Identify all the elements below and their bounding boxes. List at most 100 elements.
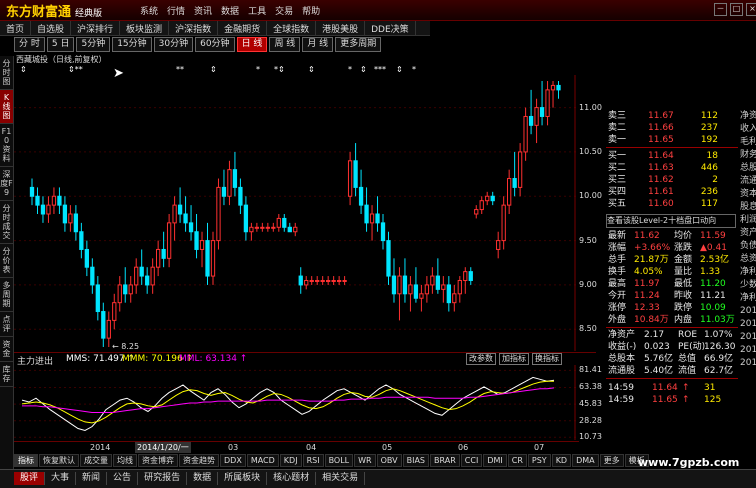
- bottom-tab[interactable]: 大事: [45, 472, 77, 485]
- event-marker[interactable]: **: [176, 65, 184, 74]
- event-marker[interactable]: ⇕: [360, 65, 367, 74]
- event-marker[interactable]: ⇕: [396, 65, 403, 74]
- minimize-button[interactable]: －: [714, 3, 727, 16]
- sidebar-tab[interactable]: K线图: [0, 90, 13, 124]
- indicator-tab[interactable]: DMA: [572, 454, 599, 467]
- bottom-tab[interactable]: 新闻: [76, 472, 108, 485]
- sidebar-tab[interactable]: 深度F9: [0, 167, 13, 201]
- sidebar-tab[interactable]: 分时成交: [0, 201, 13, 244]
- bid-row: 买三 11.62 2: [606, 174, 738, 186]
- nav-hk-us[interactable]: 港股美股: [316, 21, 366, 35]
- event-marker[interactable]: ⇕**: [68, 65, 83, 74]
- indicator-tab[interactable]: BOLL: [324, 454, 354, 467]
- menu-tools[interactable]: 工具: [248, 4, 266, 18]
- sidebar-tab[interactable]: 点评: [0, 312, 13, 337]
- nav-dde[interactable]: DDE决策: [365, 21, 416, 35]
- candle: [210, 231, 216, 285]
- indicator-tab[interactable]: 恢复默认: [39, 454, 79, 467]
- tick-price: 11.64: [652, 383, 678, 393]
- event-marker[interactable]: *: [348, 65, 352, 74]
- candle-body: [512, 178, 517, 188]
- sidebar-tab[interactable]: F10资料: [0, 124, 13, 167]
- menu-system[interactable]: 系统: [140, 4, 158, 18]
- candle: [539, 81, 545, 126]
- candle: [556, 81, 561, 99]
- candle: [386, 231, 391, 285]
- event-marker[interactable]: ⇕: [308, 65, 315, 74]
- nav-futures[interactable]: 金融期货: [218, 21, 268, 35]
- period-button[interactable]: 分 时: [14, 37, 45, 52]
- nav-sector[interactable]: 板块监测: [120, 21, 170, 35]
- event-marker[interactable]: ***: [374, 65, 386, 74]
- indicator-tab[interactable]: DDX: [220, 454, 246, 467]
- indicator-tab[interactable]: CCI: [460, 454, 483, 467]
- menu-help[interactable]: 帮助: [302, 4, 320, 18]
- event-marker[interactable]: *: [256, 65, 260, 74]
- level2-link[interactable]: 查看该股Level-2十档盘口动向: [606, 214, 736, 228]
- bottom-tab[interactable]: 相关交易: [316, 472, 366, 485]
- period-button[interactable]: 月 线: [302, 37, 334, 52]
- bottom-tab[interactable]: 研究报告: [138, 472, 188, 485]
- candle: [68, 205, 73, 232]
- maximize-button[interactable]: □: [730, 3, 743, 16]
- menu-trade[interactable]: 交易: [275, 4, 293, 18]
- sidebar-tab[interactable]: 分时图: [0, 56, 13, 90]
- candle: [79, 222, 84, 259]
- nav-global[interactable]: 全球指数: [267, 21, 317, 35]
- close-button[interactable]: ×: [746, 3, 756, 16]
- indicator-tab[interactable]: DMI: [483, 454, 507, 467]
- period-button[interactable]: 5 日: [46, 37, 75, 52]
- period-button[interactable]: 更多周期: [335, 37, 382, 52]
- indicator-tab[interactable]: KD: [551, 454, 572, 467]
- menu-news[interactable]: 资讯: [194, 4, 212, 18]
- bottom-tab[interactable]: 所属板块: [218, 472, 268, 485]
- candle-body: [221, 186, 227, 197]
- indicator-tab[interactable]: 均线: [113, 454, 137, 467]
- nav-ranking[interactable]: 沪深排行: [71, 21, 121, 35]
- indicator-tab[interactable]: 指标: [14, 454, 38, 467]
- bottom-tab[interactable]: 数据: [187, 472, 219, 485]
- indicator-tab[interactable]: 资金趋势: [179, 454, 219, 467]
- bottom-tab[interactable]: 核心题材: [267, 472, 317, 485]
- event-marker[interactable]: ⇕: [210, 65, 217, 74]
- indicator-tab[interactable]: BRAR: [430, 454, 460, 467]
- indicator-tab[interactable]: 资金博弈: [138, 454, 178, 467]
- period-button[interactable]: 15分钟: [112, 37, 152, 52]
- period-button[interactable]: 5分钟: [76, 37, 111, 52]
- indicator-tab[interactable]: PSY: [527, 454, 551, 467]
- indicator-tab[interactable]: BIAS: [402, 454, 430, 467]
- menu-data[interactable]: 数据: [221, 4, 239, 18]
- period-button[interactable]: 30分钟: [153, 37, 194, 52]
- bid-row: 买五 11.60 117: [606, 198, 738, 210]
- event-marker[interactable]: ⇕: [20, 65, 27, 74]
- indicator-tab[interactable]: CR: [507, 454, 527, 467]
- candlestick-chart[interactable]: ← 8.25: [14, 75, 576, 351]
- switch-indicator-button[interactable]: 换指标: [532, 353, 562, 365]
- change-params-button[interactable]: 改参数: [466, 353, 496, 365]
- indicator-tab[interactable]: 成交量: [80, 454, 112, 467]
- bottom-tab[interactable]: 公告: [107, 472, 139, 485]
- nav-watchlist[interactable]: 自选股: [31, 21, 72, 35]
- nav-home[interactable]: 首页: [0, 21, 32, 35]
- period-button[interactable]: 日 线: [236, 37, 268, 52]
- indicator-tab[interactable]: MACD: [246, 454, 279, 467]
- indicator-tab[interactable]: WR: [354, 454, 376, 467]
- period-button[interactable]: 周 线: [269, 37, 301, 52]
- menu-quotes[interactable]: 行情: [167, 4, 185, 18]
- indicator-tab[interactable]: RSI: [302, 454, 324, 467]
- event-marker[interactable]: *⇕: [274, 65, 285, 74]
- event-marker[interactable]: *: [412, 65, 416, 74]
- sidebar-tab[interactable]: 多周期: [0, 278, 13, 312]
- add-indicator-button[interactable]: 加指标: [499, 353, 529, 365]
- sidebar-tab[interactable]: 库存: [0, 362, 13, 387]
- bottom-tab[interactable]: 股评: [14, 472, 46, 485]
- sidebar-tab[interactable]: 分价表: [0, 244, 13, 278]
- indicator-tab[interactable]: 更多: [599, 454, 624, 467]
- sidebar-tab[interactable]: 资金: [0, 337, 13, 362]
- indicator-tab[interactable]: KDJ: [279, 454, 302, 467]
- indicator-chart[interactable]: [14, 365, 576, 440]
- indicator-tab[interactable]: OBV: [376, 454, 402, 467]
- period-button[interactable]: 60分钟: [195, 37, 235, 52]
- candle: [227, 160, 232, 206]
- nav-index[interactable]: 沪深指数: [169, 21, 219, 35]
